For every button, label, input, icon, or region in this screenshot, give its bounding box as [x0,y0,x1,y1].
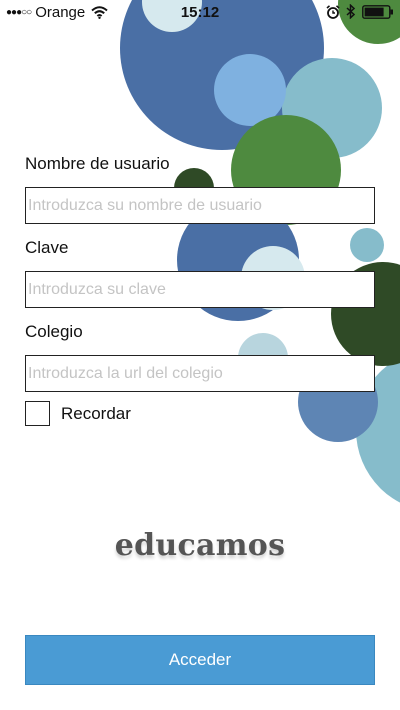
bubble-light-blue [214,54,286,126]
username-input[interactable] [25,187,375,224]
alarm-icon [326,4,340,19]
bubble-teal-small [350,228,384,262]
status-right [326,4,394,19]
remember-row: Recordar [25,401,131,426]
password-label: Clave [25,238,69,257]
status-bar: ●●●○○ Orange 15:12 [0,0,400,26]
password-input[interactable] [25,271,375,308]
remember-label[interactable]: Recordar [61,404,131,424]
school-label: Colegio [25,322,83,341]
educamos-logo: educamos [114,528,286,563]
battery-icon [362,4,393,19]
login-button[interactable]: Acceder [25,635,375,685]
bluetooth-icon [346,4,355,19]
username-label: Nombre de usuario [25,154,170,173]
school-url-input[interactable] [25,355,375,392]
remember-checkbox[interactable] [25,401,50,426]
